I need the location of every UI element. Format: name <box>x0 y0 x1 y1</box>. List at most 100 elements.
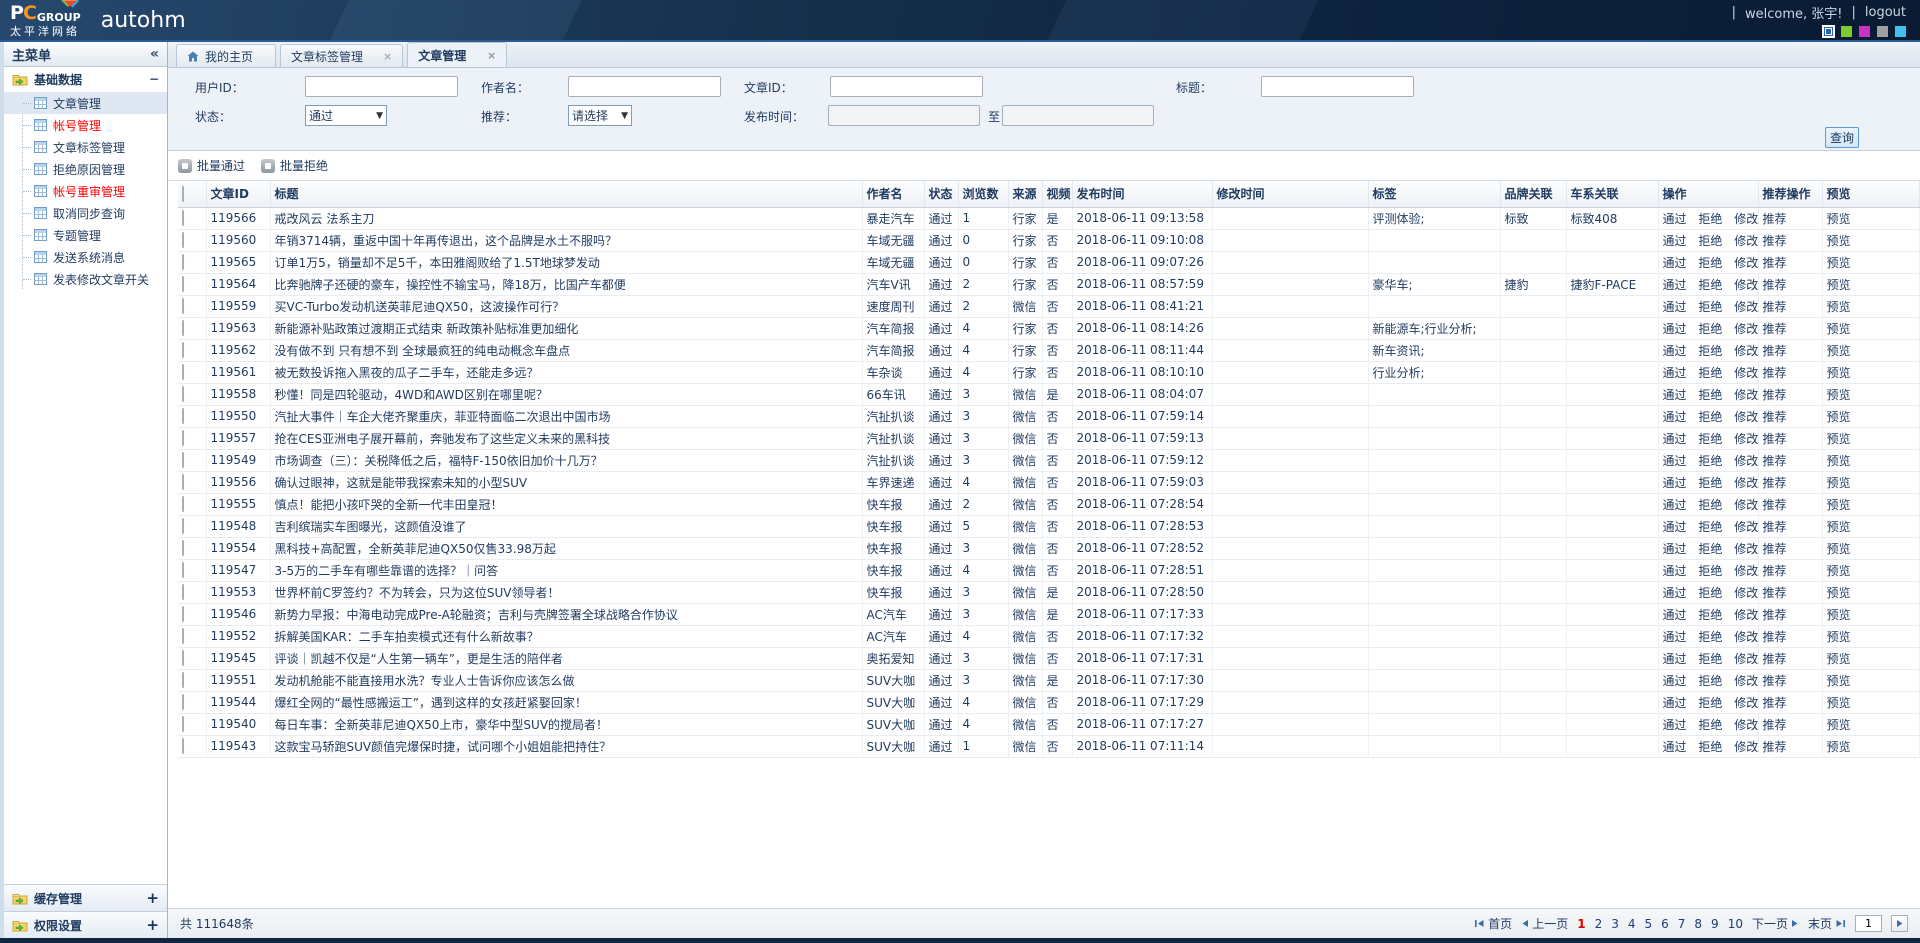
preview-link[interactable]: 预览 <box>1827 234 1851 248</box>
edit-link[interactable]: 修改 <box>1734 608 1758 622</box>
recommend-link[interactable]: 推荐 <box>1763 432 1787 446</box>
approve-link[interactable]: 通过 <box>1663 278 1687 292</box>
reject-link[interactable]: 拒绝 <box>1698 498 1722 512</box>
theme-swatch-magenta[interactable] <box>1859 26 1870 37</box>
preview-link[interactable]: 预览 <box>1827 630 1851 644</box>
preview-link[interactable]: 预览 <box>1827 608 1851 622</box>
edit-link[interactable]: 修改 <box>1734 234 1758 248</box>
sidebar-section-cache[interactable]: 缓存管理 + <box>4 884 167 911</box>
edit-link[interactable]: 修改 <box>1734 586 1758 600</box>
approve-link[interactable]: 通过 <box>1663 608 1687 622</box>
batch-reject-button[interactable]: 批量拒绝 <box>261 157 328 174</box>
row-checkbox[interactable] <box>182 540 184 556</box>
approve-link[interactable]: 通过 <box>1663 542 1687 556</box>
preview-link[interactable]: 预览 <box>1827 674 1851 688</box>
theme-swatch-gray[interactable] <box>1877 26 1888 37</box>
select-all-checkbox[interactable] <box>182 186 184 202</box>
recommend-link[interactable]: 推荐 <box>1763 300 1787 314</box>
approve-link[interactable]: 通过 <box>1663 454 1687 468</box>
page-number-input[interactable] <box>1855 915 1882 932</box>
row-checkbox[interactable] <box>182 298 184 314</box>
edit-link[interactable]: 修改 <box>1734 740 1758 754</box>
recommend-link[interactable]: 推荐 <box>1763 542 1787 556</box>
approve-link[interactable]: 通过 <box>1663 432 1687 446</box>
expand-plus-icon[interactable]: + <box>146 916 159 934</box>
first-page-link[interactable]: 首页 <box>1474 915 1512 932</box>
row-checkbox[interactable] <box>182 496 184 512</box>
sidebar-item[interactable]: 文章管理 <box>4 92 167 114</box>
close-icon[interactable]: × <box>369 50 392 63</box>
preview-link[interactable]: 预览 <box>1827 388 1851 402</box>
recommend-link[interactable]: 推荐 <box>1763 212 1787 226</box>
row-checkbox[interactable] <box>182 254 184 270</box>
recommend-link[interactable]: 推荐 <box>1763 652 1787 666</box>
row-checkbox[interactable] <box>182 474 184 490</box>
edit-link[interactable]: 修改 <box>1734 630 1758 644</box>
reject-link[interactable]: 拒绝 <box>1698 388 1722 402</box>
preview-link[interactable]: 预览 <box>1827 322 1851 336</box>
approve-link[interactable]: 通过 <box>1663 696 1687 710</box>
approve-link[interactable]: 通过 <box>1663 520 1687 534</box>
author-input[interactable] <box>568 76 721 97</box>
recommend-link[interactable]: 推荐 <box>1763 718 1787 732</box>
edit-link[interactable]: 修改 <box>1734 696 1758 710</box>
recommend-link[interactable]: 推荐 <box>1763 256 1787 270</box>
reject-link[interactable]: 拒绝 <box>1698 740 1722 754</box>
page-number[interactable]: 3 <box>1611 917 1619 931</box>
page-number[interactable]: 5 <box>1644 917 1652 931</box>
reject-link[interactable]: 拒绝 <box>1698 542 1722 556</box>
approve-link[interactable]: 通过 <box>1663 410 1687 424</box>
tab-article-management[interactable]: 文章管理 × <box>407 42 507 67</box>
preview-link[interactable]: 预览 <box>1827 520 1851 534</box>
approve-link[interactable]: 通过 <box>1663 674 1687 688</box>
go-to-page-button[interactable] <box>1891 915 1908 932</box>
row-checkbox[interactable] <box>182 232 184 248</box>
recommend-select[interactable]: 请选择▼ <box>568 105 632 126</box>
preview-link[interactable]: 预览 <box>1827 498 1851 512</box>
preview-link[interactable]: 预览 <box>1827 564 1851 578</box>
reject-link[interactable]: 拒绝 <box>1698 454 1722 468</box>
row-checkbox[interactable] <box>182 738 184 754</box>
edit-link[interactable]: 修改 <box>1734 476 1758 490</box>
row-checkbox[interactable] <box>182 650 184 666</box>
recommend-link[interactable]: 推荐 <box>1763 630 1787 644</box>
row-checkbox[interactable] <box>182 716 184 732</box>
row-checkbox[interactable] <box>182 364 184 380</box>
reject-link[interactable]: 拒绝 <box>1698 366 1722 380</box>
edit-link[interactable]: 修改 <box>1734 454 1758 468</box>
edit-link[interactable]: 修改 <box>1734 410 1758 424</box>
edit-link[interactable]: 修改 <box>1734 278 1758 292</box>
recommend-link[interactable]: 推荐 <box>1763 674 1787 688</box>
approve-link[interactable]: 通过 <box>1663 586 1687 600</box>
reject-link[interactable]: 拒绝 <box>1698 410 1722 424</box>
page-number[interactable]: 4 <box>1628 917 1636 931</box>
preview-link[interactable]: 预览 <box>1827 410 1851 424</box>
recommend-link[interactable]: 推荐 <box>1763 476 1787 490</box>
preview-link[interactable]: 预览 <box>1827 344 1851 358</box>
reject-link[interactable]: 拒绝 <box>1698 476 1722 490</box>
approve-link[interactable]: 通过 <box>1663 366 1687 380</box>
row-checkbox[interactable] <box>182 276 184 292</box>
recommend-link[interactable]: 推荐 <box>1763 520 1787 534</box>
preview-link[interactable]: 预览 <box>1827 740 1851 754</box>
sidebar-section-permissions[interactable]: 权限设置 + <box>4 911 167 938</box>
reject-link[interactable]: 拒绝 <box>1698 278 1722 292</box>
publish-end-input[interactable] <box>1002 105 1154 126</box>
approve-link[interactable]: 通过 <box>1663 388 1687 402</box>
title-input[interactable] <box>1261 76 1414 97</box>
row-checkbox[interactable] <box>182 408 184 424</box>
reject-link[interactable]: 拒绝 <box>1698 344 1722 358</box>
recommend-link[interactable]: 推荐 <box>1763 366 1787 380</box>
page-number[interactable]: 10 <box>1728 917 1743 931</box>
recommend-link[interactable]: 推荐 <box>1763 322 1787 336</box>
preview-link[interactable]: 预览 <box>1827 586 1851 600</box>
preview-link[interactable]: 预览 <box>1827 696 1851 710</box>
sidebar-item[interactable]: 拒绝原因管理 <box>4 158 167 180</box>
last-page-link[interactable]: 末页 <box>1808 915 1846 932</box>
tab-article-tag-management[interactable]: 文章标签管理 × <box>280 44 403 67</box>
page-number[interactable]: 2 <box>1595 917 1603 931</box>
article-id-input[interactable] <box>830 76 983 97</box>
reject-link[interactable]: 拒绝 <box>1698 630 1722 644</box>
sidebar-item[interactable]: 取消同步查询 <box>4 202 167 224</box>
page-number[interactable]: 8 <box>1694 917 1702 931</box>
